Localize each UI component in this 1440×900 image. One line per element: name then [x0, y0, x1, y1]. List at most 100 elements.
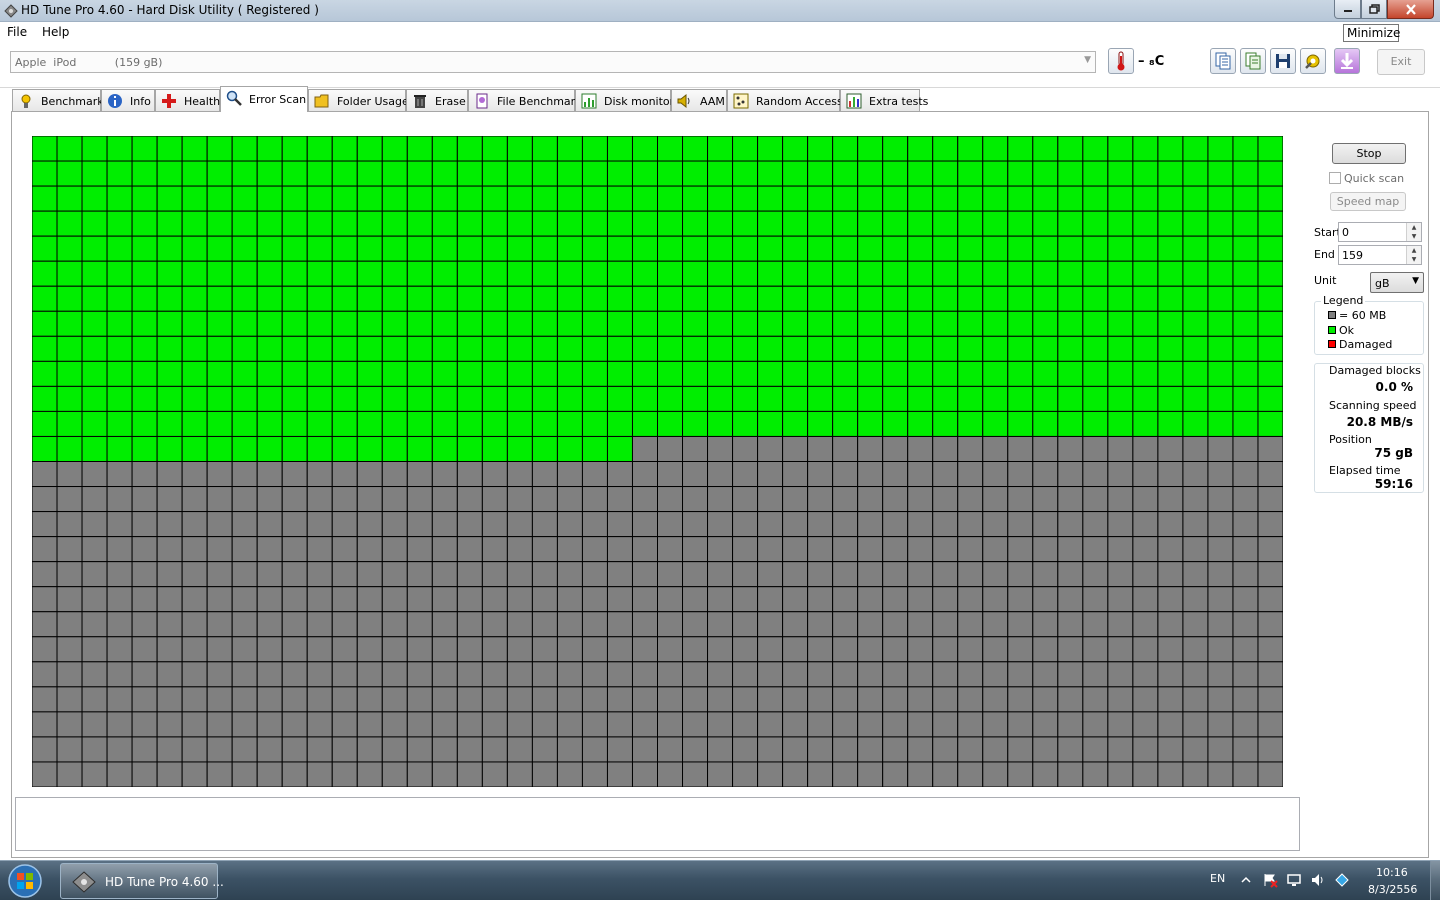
scan-block-pending	[431, 511, 458, 538]
scan-block-pending	[707, 611, 734, 638]
scan-block-ok	[356, 260, 383, 287]
scan-block-ok	[431, 235, 458, 262]
scan-block-pending	[782, 511, 809, 538]
scan-block-ok	[181, 385, 208, 412]
maximize-button[interactable]	[1361, 0, 1387, 19]
scan-block-ok	[131, 435, 158, 462]
scan-block-ok	[1182, 210, 1209, 237]
tab-health[interactable]: Health	[155, 89, 220, 111]
taskbar-item-hd-tune[interactable]: HD Tune Pro 4.60 ...	[60, 863, 224, 899]
scan-block-pending	[757, 611, 784, 638]
scan-block-ok	[1132, 185, 1159, 212]
show-desktop-button[interactable]	[1430, 861, 1440, 900]
quick-scan-checkbox[interactable]: Quick scan	[1329, 172, 1404, 185]
copy-button[interactable]	[1210, 48, 1236, 74]
tab-benchmark[interactable]: Benchmark	[12, 89, 104, 111]
scan-block-pending	[1182, 586, 1209, 613]
scan-block-ok	[932, 310, 959, 337]
scan-block-pending	[807, 761, 834, 787]
scan-block-ok	[381, 185, 408, 212]
scan-block-pending	[782, 686, 809, 713]
clock-date[interactable]: 8/3/2556	[1368, 883, 1417, 896]
scan-block-ok	[156, 160, 183, 187]
volume-icon[interactable]	[1310, 872, 1326, 888]
scan-block-ok	[1257, 360, 1283, 387]
network-icon[interactable]	[1286, 872, 1302, 888]
start-button[interactable]	[5, 863, 45, 899]
clock-time[interactable]: 10:16	[1376, 866, 1408, 879]
spinner-arrows-icon[interactable]: ▲ ▼	[1406, 223, 1421, 241]
scan-block-ok	[832, 335, 859, 362]
scan-block-ok	[531, 160, 558, 187]
scan-log-textbox[interactable]	[15, 797, 1300, 851]
menu-file[interactable]: File	[7, 25, 27, 39]
scan-block-ok	[807, 136, 834, 162]
scan-block-pending	[32, 686, 58, 713]
tab-disk-monitor[interactable]: Disk monitor	[575, 89, 674, 111]
scan-block-ok	[231, 185, 258, 212]
scan-block-pending	[857, 686, 884, 713]
scan-block-pending	[707, 736, 734, 763]
temperature-button[interactable]	[1108, 48, 1134, 74]
bluetooth-app-icon[interactable]	[1334, 872, 1350, 888]
download-button[interactable]	[1334, 48, 1360, 74]
close-button[interactable]	[1387, 0, 1434, 19]
tab-file-benchmark[interactable]: File Benchmark	[468, 89, 582, 111]
scan-block-ok	[531, 235, 558, 262]
exit-button[interactable]: Exit	[1377, 49, 1425, 75]
start-label: Start	[1314, 226, 1341, 239]
scan-block-ok	[1132, 335, 1159, 362]
tab-folder-usage[interactable]: Folder Usage	[308, 89, 409, 111]
menu-help[interactable]: Help	[42, 25, 69, 39]
scan-block-ok	[982, 310, 1009, 337]
tab-info[interactable]: Info	[101, 89, 155, 111]
scan-block-ok	[231, 235, 258, 262]
scan-block-pending	[1207, 435, 1234, 462]
scan-block-pending	[431, 461, 458, 488]
tab-extra-tests[interactable]: Extra tests	[840, 89, 928, 111]
scan-block-pending	[857, 461, 884, 488]
options-button[interactable]	[1300, 48, 1326, 74]
spinner-arrows-icon[interactable]: ▲ ▼	[1406, 246, 1421, 264]
save-button[interactable]	[1270, 48, 1296, 74]
scan-block-pending	[957, 561, 984, 588]
scan-block-pending	[556, 661, 583, 688]
scan-block-pending	[381, 611, 408, 638]
speed-map-button[interactable]: Speed map	[1330, 192, 1406, 211]
title-bar[interactable]: HD Tune Pro 4.60 - Hard Disk Utility ( R…	[0, 0, 1440, 22]
scan-block-ok	[556, 136, 583, 162]
scan-block-pending	[256, 661, 283, 688]
scan-block-pending	[381, 586, 408, 613]
scan-block-ok	[131, 335, 158, 362]
unit-select[interactable]: gB ▼	[1370, 272, 1424, 293]
tab-erase[interactable]: Erase	[406, 89, 468, 111]
action-center-flag-icon[interactable]	[1262, 872, 1278, 888]
tab-aam[interactable]: AAM	[671, 89, 727, 111]
copy-all-button[interactable]	[1240, 48, 1266, 74]
scan-block-ok	[1157, 310, 1184, 337]
scan-block-ok	[682, 385, 709, 412]
scan-block-pending	[1082, 486, 1109, 513]
scan-block-ok	[256, 310, 283, 337]
scan-block-ok	[456, 335, 483, 362]
scan-block-ok	[32, 385, 58, 412]
scan-block-pending	[581, 636, 608, 663]
drive-select[interactable]: Apple iPod (159 gB) ▼	[10, 51, 1096, 73]
end-input[interactable]: 159 ▲ ▼	[1338, 245, 1422, 265]
minimize-button[interactable]	[1334, 0, 1361, 19]
scan-block-ok	[957, 335, 984, 362]
tab-random-access[interactable]: Random Access	[727, 89, 843, 111]
tab-error-scan[interactable]: Error Scan	[220, 86, 308, 112]
scan-block-pending	[431, 711, 458, 738]
show-hidden-icons-icon[interactable]	[1238, 872, 1254, 888]
scan-block-ok	[606, 235, 633, 262]
scan-block-pending	[1132, 486, 1159, 513]
language-indicator[interactable]: EN	[1210, 872, 1225, 885]
stop-button[interactable]: Stop	[1332, 143, 1406, 164]
scan-block-pending	[631, 586, 658, 613]
scan-block-pending	[857, 636, 884, 663]
scan-block-ok	[707, 410, 734, 437]
start-input[interactable]: 0 ▲ ▼	[1338, 222, 1422, 242]
scan-block-pending	[206, 761, 233, 787]
scan-block-pending	[156, 486, 183, 513]
